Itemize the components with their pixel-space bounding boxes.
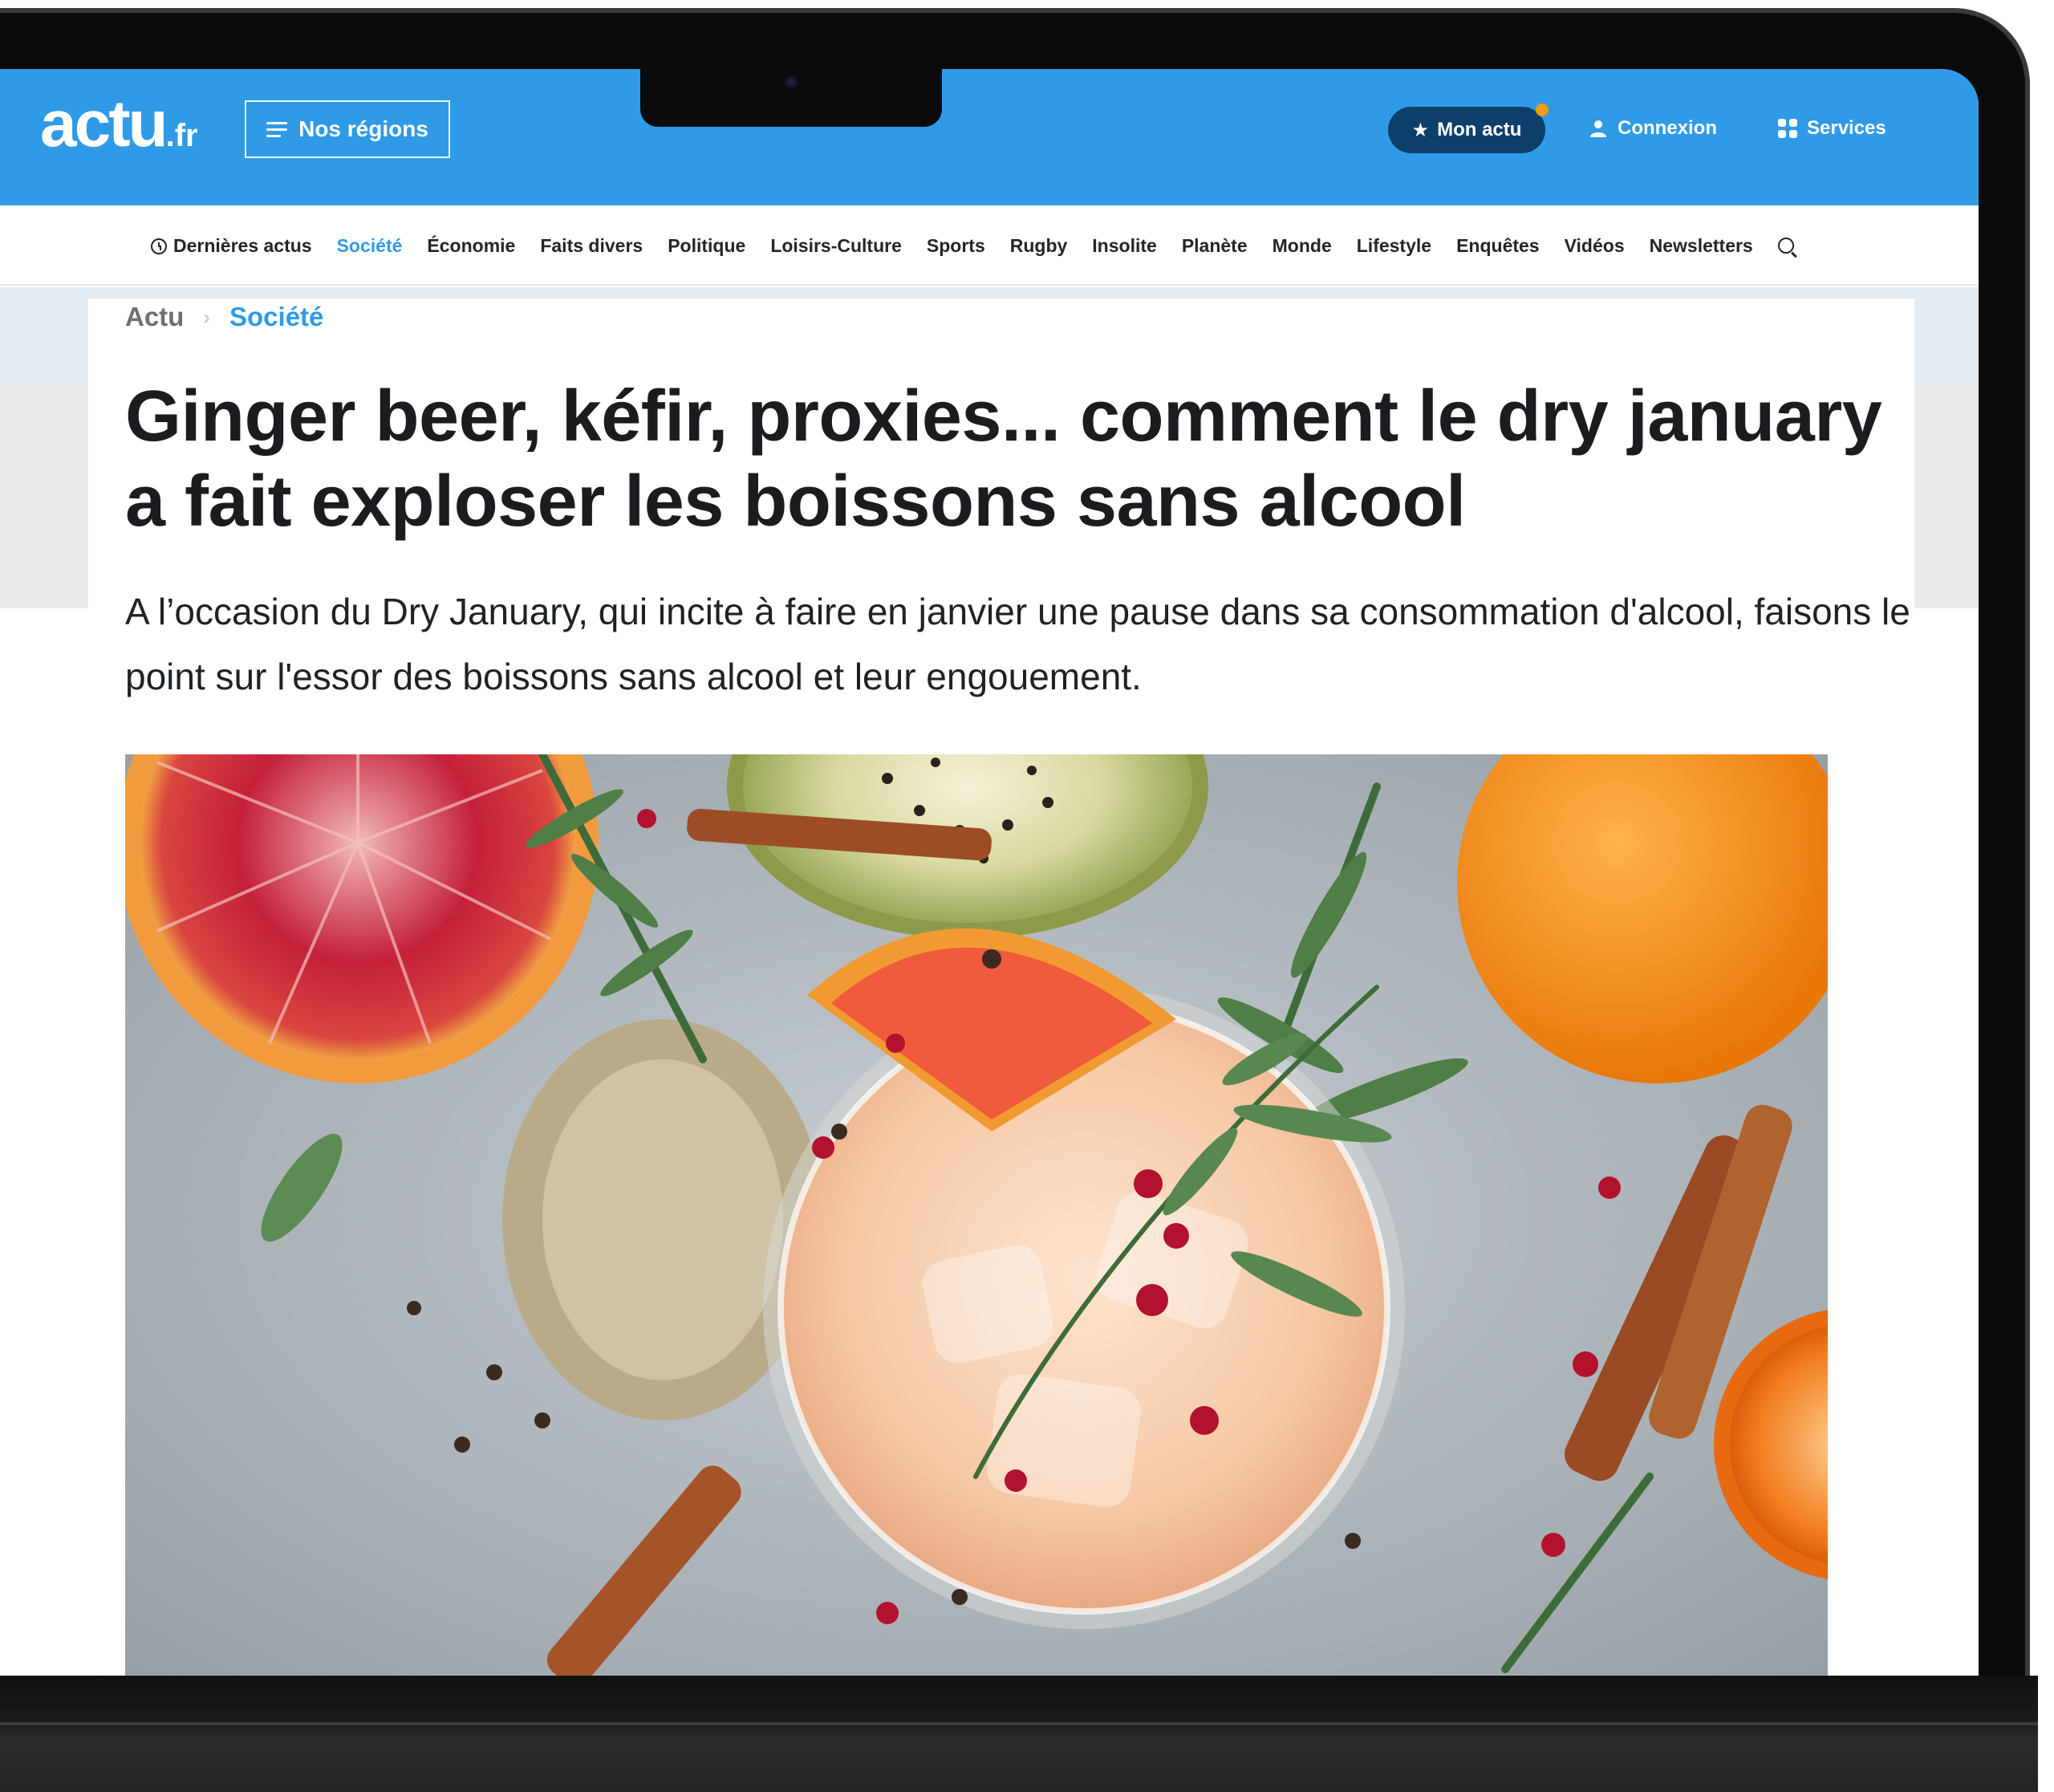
regions-label: Nos régions: [298, 116, 428, 141]
laptop-hinge: [0, 1722, 2038, 1725]
nav-item-enquetes[interactable]: Enquêtes: [1456, 235, 1540, 257]
star-icon: ★: [1411, 119, 1430, 141]
nav-item-planete[interactable]: Planète: [1182, 235, 1248, 257]
nav-item-latest-label: Dernières actus: [173, 234, 312, 256]
nav-item-faits-divers[interactable]: Faits divers: [540, 235, 643, 257]
search-icon[interactable]: [1777, 238, 1794, 254]
services-label: Services: [1807, 117, 1886, 139]
camera-icon: [785, 75, 798, 88]
site-header: actu.fr Nos régions ★ Mon actu Connexion: [0, 69, 1979, 205]
nav-item-insolite[interactable]: Insolite: [1092, 235, 1157, 257]
hamburger-icon: [266, 118, 288, 141]
site-logo[interactable]: actu.fr: [40, 91, 198, 157]
notification-dot: [1536, 104, 1549, 116]
nav-item-videos[interactable]: Vidéos: [1565, 235, 1625, 257]
chevron-right-icon: ›: [203, 304, 211, 329]
user-icon: [1590, 120, 1606, 137]
regions-button[interactable]: Nos régions: [245, 100, 450, 158]
mon-actu-label: Mon actu: [1437, 119, 1522, 140]
nav-item-rugby[interactable]: Rugby: [1010, 235, 1068, 257]
services-button[interactable]: Services: [1778, 117, 1886, 140]
breadcrumb-root[interactable]: Actu: [125, 302, 184, 332]
camera-notch: [640, 69, 942, 127]
nav-item-loisirs-culture[interactable]: Loisirs-Culture: [770, 235, 902, 257]
main-navigation: Dernières actus Société Économie Faits d…: [0, 205, 1979, 286]
nav-item-newsletters[interactable]: Newsletters: [1650, 235, 1753, 257]
grid-icon: [1778, 119, 1797, 138]
login-button[interactable]: Connexion: [1589, 117, 1717, 140]
nav-item-societe[interactable]: Société: [337, 235, 403, 257]
laptop-base: [0, 1676, 2038, 1792]
clock-icon: [151, 238, 167, 254]
nav-item-monde[interactable]: Monde: [1273, 235, 1332, 257]
article-lead: A l’occasion du Dry January, qui incite …: [125, 591, 1910, 697]
article-hero-image: [125, 754, 1828, 1676]
nav-list: Dernières actus Société Économie Faits d…: [151, 205, 1794, 286]
nav-item-sports[interactable]: Sports: [927, 235, 985, 257]
mon-actu-button[interactable]: ★ Mon actu: [1388, 104, 1549, 153]
nav-item-economie[interactable]: Économie: [427, 235, 515, 257]
login-label: Connexion: [1618, 117, 1717, 139]
nav-item-lifestyle[interactable]: Lifestyle: [1357, 235, 1431, 257]
laptop-device: actu.fr Nos régions ★ Mon actu Connexion: [0, 0, 2038, 1792]
breadcrumb-current[interactable]: Société: [229, 302, 323, 332]
cocktail-photo-illustration: [125, 754, 1828, 1676]
logo-tld: .fr: [165, 118, 198, 153]
breadcrumb: Actu › Société: [125, 302, 323, 332]
nav-item-politique[interactable]: Politique: [668, 235, 745, 257]
nav-item-latest[interactable]: Dernières actus: [151, 235, 312, 257]
article-title: Ginger beer, kéfir, proxies... comment l…: [125, 376, 1882, 542]
logo-main: actu: [40, 87, 168, 161]
